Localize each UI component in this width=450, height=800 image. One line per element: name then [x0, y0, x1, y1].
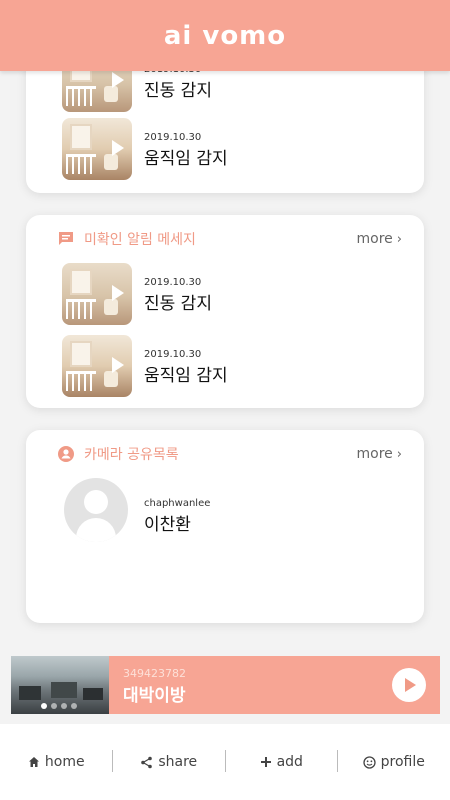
camera-share-card: 카메라 공유목록 more › chaphwanlee 이찬환 [26, 430, 424, 623]
nav-divider [112, 750, 113, 772]
camera-number: 349423782 [123, 667, 186, 680]
camera-thumbnail [11, 656, 109, 714]
nav-share[interactable]: share [113, 754, 225, 770]
nav-share-label: share [158, 754, 198, 770]
play-icon [112, 285, 124, 301]
nav-profile-label: profile [380, 754, 425, 770]
user-circle-icon [58, 446, 74, 462]
alert-date: 2019.10.30 [144, 277, 202, 288]
card-title-text: 카메라 공유목록 [84, 447, 179, 463]
more-label: more [356, 446, 393, 462]
play-icon [112, 140, 124, 156]
smile-icon [362, 755, 376, 769]
alert-label: 움직임 감지 [144, 366, 228, 386]
nav-add[interactable]: add [225, 754, 337, 770]
nav-divider [225, 750, 226, 772]
alert-date: 2019.10.30 [144, 349, 202, 360]
shared-user-name: 이찬환 [144, 515, 191, 535]
more-link[interactable]: more › [357, 231, 402, 247]
nav-profile[interactable]: profile [338, 754, 450, 770]
share-icon [141, 756, 153, 768]
chevron-right-icon: › [396, 446, 402, 462]
more-link[interactable]: more › [357, 446, 402, 462]
chevron-right-icon: › [396, 231, 402, 247]
video-thumbnail [62, 335, 132, 397]
camera-banner[interactable]: 349423782 대박이방 [11, 656, 440, 714]
camera-room-name: 대박이방 [123, 686, 186, 706]
nav-home[interactable]: home [0, 754, 112, 770]
avatar[interactable] [64, 478, 128, 542]
plus-icon [260, 757, 271, 767]
bottom-nav: home share add profile [0, 724, 450, 800]
unread-alerts-card: 미확인 알림 메세지 more › 2019.10.30 진동 감지 2019.1… [26, 215, 424, 408]
card-title: 미확인 알림 메세지 [58, 229, 196, 249]
video-thumbnail [62, 263, 132, 325]
list-item[interactable]: 2019.10.30 움직임 감지 [62, 335, 392, 397]
shared-user-id: chaphwanlee [144, 498, 211, 509]
nav-home-label: home [44, 754, 85, 770]
carousel-dots[interactable] [41, 703, 77, 709]
list-item[interactable]: 2019.10.30 움직임 감지 [62, 118, 392, 180]
home-icon [28, 757, 39, 767]
card-title: 카메라 공유목록 [58, 444, 179, 464]
app-header: ai vomo [0, 0, 450, 71]
alert-date: 2019.10.30 [144, 132, 202, 143]
play-icon [112, 357, 124, 373]
more-label: more [356, 231, 393, 247]
alert-label: 진동 감지 [144, 81, 212, 101]
nav-add-label: add [276, 754, 303, 770]
play-icon [112, 72, 124, 88]
video-thumbnail [62, 118, 132, 180]
app-logo: ai vomo [163, 20, 287, 51]
play-button[interactable] [392, 668, 426, 702]
alert-label: 움직임 감지 [144, 149, 228, 169]
nav-divider [337, 750, 338, 772]
alert-label: 진동 감지 [144, 294, 212, 314]
list-item[interactable]: 2019.10.30 진동 감지 [62, 263, 392, 325]
message-icon [59, 232, 73, 245]
card-title-text: 미확인 알림 메세지 [84, 232, 196, 248]
